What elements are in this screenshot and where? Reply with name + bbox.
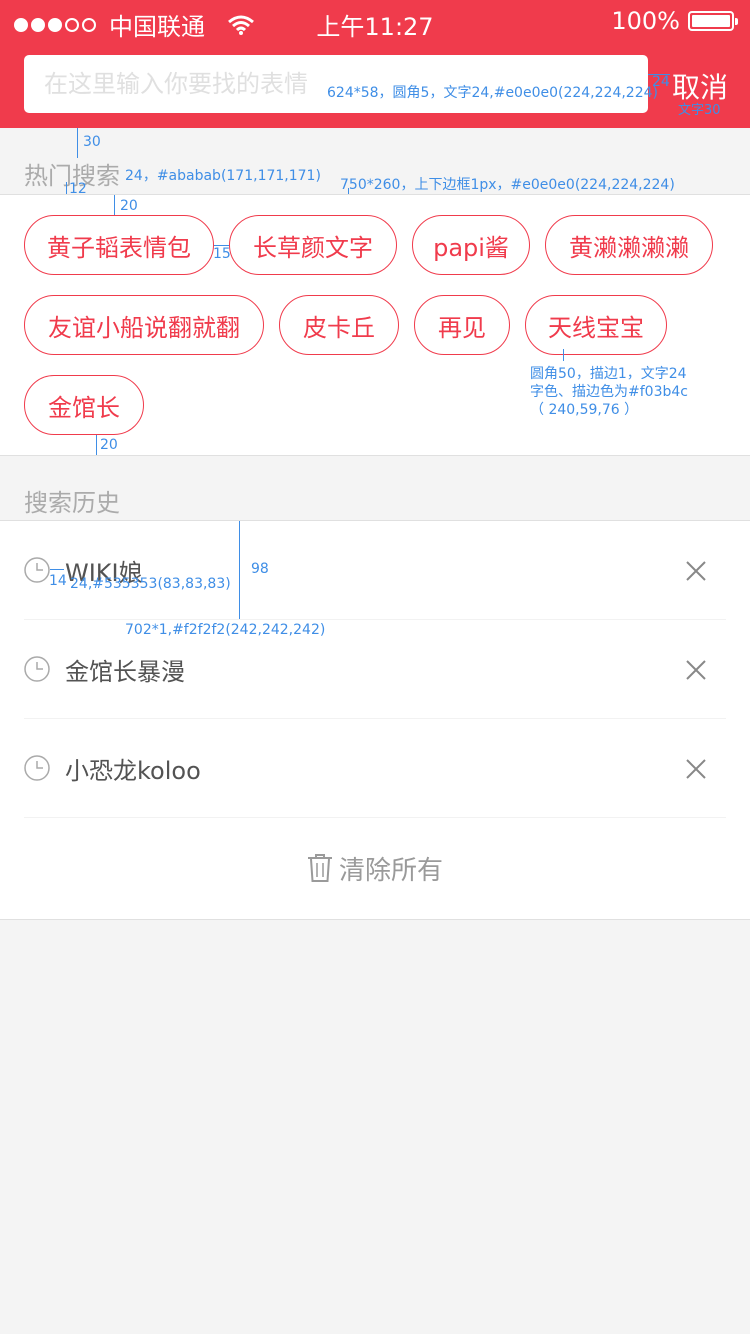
annotation-line <box>77 128 78 158</box>
trash-icon <box>307 854 332 882</box>
annotation-divider-spec: 702*1,#f2f2f2(242,242,242) <box>125 622 326 638</box>
annotation-line <box>50 569 64 570</box>
history-label: 金馆长暴漫 <box>65 658 185 686</box>
annotation-title-spec: 24，#ababab(171,171,171) <box>125 168 321 184</box>
annotation-tag-spec-1: 圆角50，描边1，文字24 <box>530 366 687 382</box>
annotation-line <box>96 435 97 455</box>
annotation-tag-spec-2: 字色、描边色为#f03b4c <box>530 384 688 400</box>
annotation-panel-spec: 750*260，上下边框1px，#e0e0e0(224,224,224) <box>340 177 675 193</box>
annotation-line <box>239 521 240 619</box>
annotation-tag-h-gap: 15 <box>213 246 231 262</box>
clock-icon <box>24 656 50 682</box>
clear-all-label: 清除所有 <box>338 855 443 886</box>
annotation-tag-bottom-gap: 20 <box>100 437 118 453</box>
close-icon[interactable] <box>684 559 708 583</box>
history-row[interactable]: WIKI娘 <box>24 521 726 620</box>
history-title: 搜索历史 <box>24 489 120 517</box>
annotation-tag-top-gap: 20 <box>120 198 138 214</box>
hot-tag[interactable]: 天线宝宝 <box>525 295 667 355</box>
battery-percent: 100% <box>611 7 680 35</box>
battery-icon <box>688 11 738 31</box>
annotation-cancel-spec: 文字30 <box>678 103 721 118</box>
close-icon[interactable] <box>684 757 708 781</box>
clear-all-button[interactable]: 清除所有 <box>0 818 750 918</box>
annotation-top-gap: 30 <box>83 134 101 150</box>
hot-tag[interactable]: 再见 <box>414 295 510 355</box>
hot-tag[interactable]: 长草颜文字 <box>229 215 397 275</box>
clock-icon <box>24 557 50 583</box>
history-row[interactable]: 小恐龙koloo <box>24 719 726 818</box>
annotation-tag-spec-3: （ 240,59,76 ） <box>530 402 639 418</box>
annotation-row-height: 98 <box>251 561 269 577</box>
history-label: 小恐龙koloo <box>65 757 201 785</box>
status-bar: 中国联通 上午11:27 100% <box>0 0 750 41</box>
annotation-cancel-gap: 24 <box>652 74 670 90</box>
close-icon[interactable] <box>684 658 708 682</box>
hot-tag[interactable]: 黄濑濑濑濑 <box>545 215 713 275</box>
annotation-line <box>563 349 564 361</box>
clock-icon <box>24 755 50 781</box>
annotation-history-text-spec: 24,#535353(83,83,83) <box>70 576 231 592</box>
hot-tag[interactable]: 黄子韬表情包 <box>24 215 214 275</box>
hot-tag[interactable]: papi酱 <box>412 215 530 275</box>
annotation-line <box>114 195 115 215</box>
annotation-icon-gap: 14 <box>49 573 67 589</box>
hot-tag[interactable]: 皮卡丘 <box>279 295 399 355</box>
annotation-search-spec: 624*58，圆角5，文字24,#e0e0e0(224,224,224) <box>327 85 658 101</box>
annotation-line <box>66 182 67 194</box>
top-bar: 中国联通 上午11:27 100% 取消 <box>0 0 750 128</box>
hot-tag[interactable]: 金馆长 <box>24 375 144 435</box>
hot-tag[interactable]: 友谊小船说翻就翻 <box>24 295 264 355</box>
search-input[interactable] <box>24 55 324 113</box>
